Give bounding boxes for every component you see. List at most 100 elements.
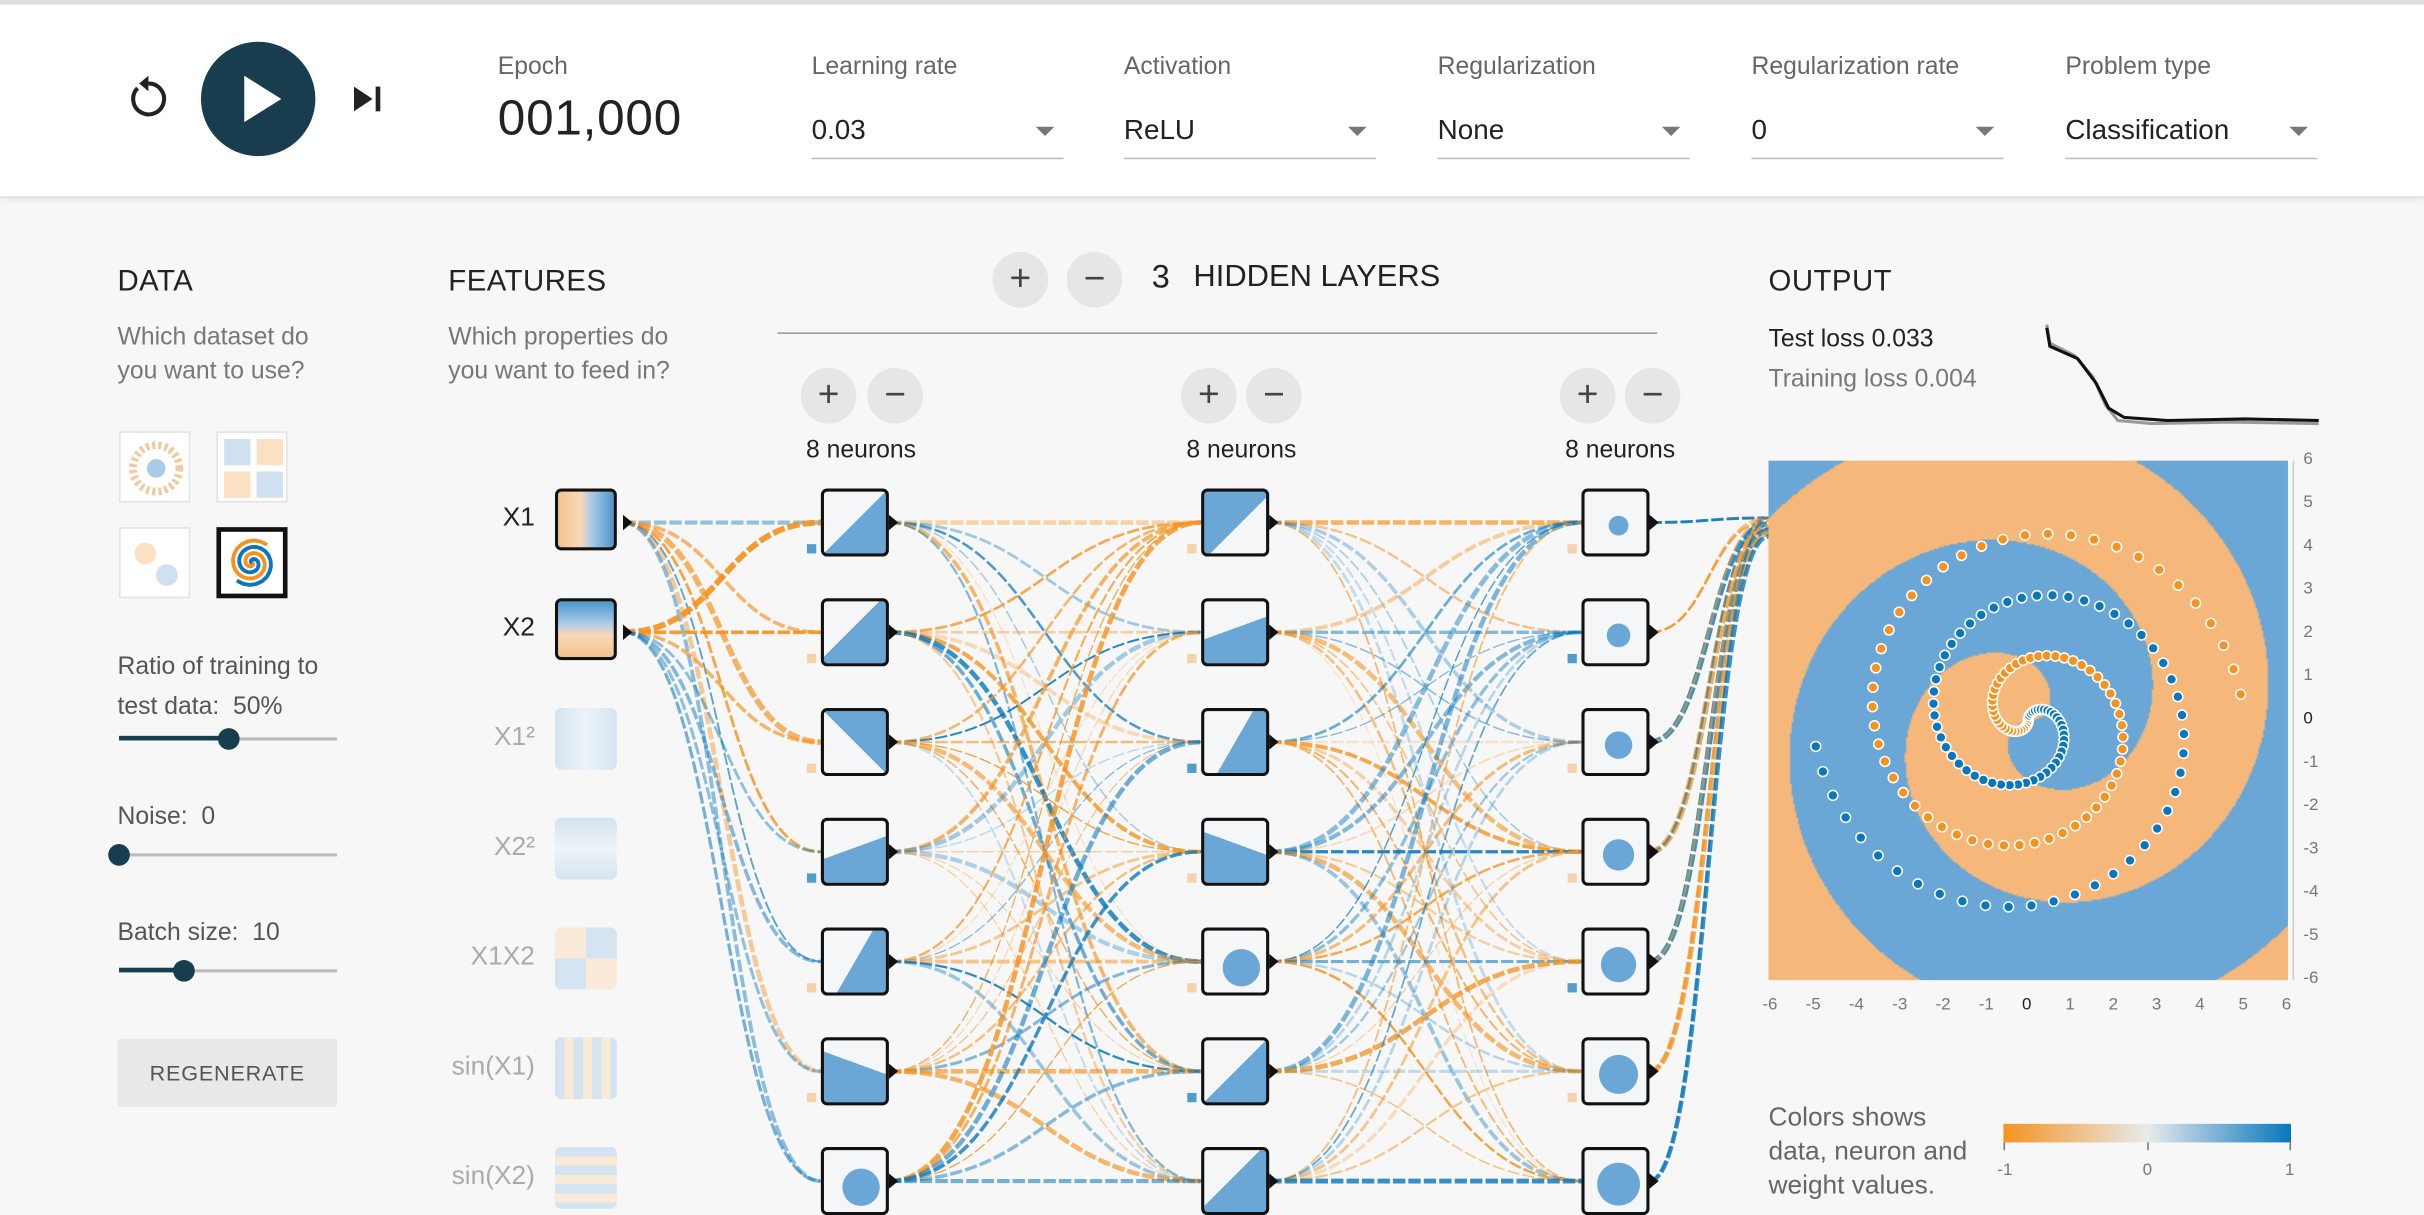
y-tick-label: 4 <box>2303 536 2313 555</box>
bias-indicator[interactable] <box>806 983 817 993</box>
neuron-layer-1-5[interactable] <box>820 927 889 996</box>
add-neuron-layer-3-button[interactable]: + <box>1559 367 1616 424</box>
remove-neuron-layer-3-button[interactable]: − <box>1624 367 1681 424</box>
data-point <box>1922 811 1934 823</box>
bias-indicator[interactable] <box>806 763 817 773</box>
weight-link[interactable] <box>1269 520 1582 1074</box>
neuron-layer-3-6[interactable] <box>1581 1037 1650 1106</box>
bias-indicator[interactable] <box>806 544 817 554</box>
neuron-output-arrow <box>888 953 899 970</box>
bias-indicator[interactable] <box>1187 873 1197 883</box>
neuron-layer-1-1[interactable] <box>820 488 889 557</box>
data-point <box>2172 579 2185 591</box>
bias-indicator[interactable] <box>806 1092 817 1103</box>
bias-indicator[interactable] <box>1567 873 1577 883</box>
data-point <box>2089 879 2101 892</box>
neuron-layer-2-3[interactable] <box>1201 708 1270 777</box>
weight-link[interactable] <box>888 520 1202 854</box>
neuron-layer-1-6[interactable] <box>820 1037 889 1106</box>
color-legend-text: Colors shows data, neuron and weight val… <box>1768 1102 1968 1200</box>
data-point <box>1870 662 1882 674</box>
weight-link[interactable] <box>1648 527 1770 965</box>
neuron-layer-1-7[interactable] <box>820 1147 889 1215</box>
bias-indicator[interactable] <box>806 653 817 664</box>
data-point <box>2234 688 2247 701</box>
bias-indicator[interactable] <box>1187 983 1197 993</box>
neuron-layer-3-3[interactable] <box>1581 708 1650 777</box>
bias-indicator[interactable] <box>1187 544 1197 554</box>
weight-link[interactable] <box>888 630 1202 1183</box>
data-point <box>2093 600 2106 612</box>
weight-link[interactable] <box>1649 516 1769 1073</box>
remove-neuron-layer-1-button[interactable]: − <box>867 367 923 424</box>
neuron-layer-2-4[interactable] <box>1201 817 1270 886</box>
neuron-layer-1-3[interactable] <box>820 708 889 777</box>
weight-link[interactable] <box>888 521 1202 634</box>
data-point <box>1887 771 1899 784</box>
data-point <box>1872 738 1885 750</box>
weight-link[interactable] <box>888 521 1202 634</box>
weight-link[interactable] <box>1649 516 1769 963</box>
neuron-layer-3-1[interactable] <box>1581 488 1650 557</box>
legend-tick-label: 0 <box>2142 1160 2153 1180</box>
neuron-layer-3-4[interactable] <box>1581 817 1650 886</box>
color-legend-bar <box>2003 1123 2292 1143</box>
weight-link[interactable] <box>622 630 821 854</box>
data-point <box>2227 663 2240 675</box>
neuron-layer-3-2[interactable] <box>1581 598 1650 667</box>
data-point <box>2056 827 2069 839</box>
hidden-layers-title: HIDDEN LAYERS <box>1193 259 1441 294</box>
add-neuron-layer-2-button[interactable]: + <box>1181 367 1237 424</box>
data-point <box>1879 755 1891 768</box>
bias-indicator[interactable] <box>1567 1092 1577 1103</box>
bias-indicator[interactable] <box>1187 653 1197 664</box>
weight-link[interactable] <box>622 630 821 1073</box>
remove-neuron-layer-2-button[interactable]: − <box>1245 367 1302 424</box>
data-point <box>2176 709 2188 721</box>
data-point <box>1810 740 1822 753</box>
neuron-output-arrow <box>1269 1173 1279 1189</box>
weight-link[interactable] <box>1269 850 1582 1183</box>
neuron-layer-2-2[interactable] <box>1201 598 1270 667</box>
add-neuron-layer-1-button[interactable]: + <box>800 367 857 424</box>
bias-indicator[interactable] <box>1567 983 1577 993</box>
weight-link[interactable] <box>888 850 1202 1183</box>
data-point <box>1966 834 1979 846</box>
neuron-layer-1-2[interactable] <box>820 598 889 667</box>
bias-indicator[interactable] <box>1187 763 1197 773</box>
neuron-layer-2-1[interactable] <box>1201 488 1270 557</box>
neuron-output-arrow <box>1649 624 1659 641</box>
data-point <box>2157 657 2169 669</box>
neuron-layer-2-5[interactable] <box>1201 927 1270 996</box>
bias-indicator[interactable] <box>806 873 817 883</box>
data-point <box>1933 661 1946 673</box>
neuron-layer-2-6[interactable] <box>1201 1037 1270 1106</box>
y-tick-label: 5 <box>2303 493 2313 512</box>
playground-app: Epoch 001,000 Learning rate 0.03 Activat… <box>0 0 2424 1215</box>
data-point <box>2116 743 2129 755</box>
bias-indicator[interactable] <box>1567 653 1577 664</box>
neuron-output-arrow <box>888 734 899 750</box>
data-point <box>2114 755 2127 768</box>
weight-link[interactable] <box>1269 631 1582 1182</box>
neuron-layer-3-5[interactable] <box>1581 927 1650 996</box>
weight-link[interactable] <box>622 630 821 1183</box>
add-layer-button[interactable]: + <box>992 251 1049 308</box>
data-point <box>1930 673 1942 686</box>
weight-link[interactable] <box>622 630 821 964</box>
neuron-layer-1-4[interactable] <box>820 817 889 886</box>
bias-indicator[interactable] <box>1567 544 1577 554</box>
data-point <box>1979 899 1992 912</box>
weight-link[interactable] <box>1649 516 1769 1183</box>
bias-indicator[interactable] <box>1567 763 1577 773</box>
neuron-layer-3-7[interactable] <box>1581 1147 1650 1215</box>
y-axis-line <box>2292 460 2295 981</box>
weight-link[interactable] <box>888 521 1202 1072</box>
remove-layer-button[interactable]: − <box>1066 251 1123 308</box>
data-point <box>1883 624 1895 636</box>
data-point <box>1998 839 2010 852</box>
data-point <box>2111 767 2123 780</box>
neuron-layer-2-7[interactable] <box>1201 1147 1270 1215</box>
bias-indicator[interactable] <box>1187 1092 1197 1103</box>
data-point <box>1931 721 1943 733</box>
